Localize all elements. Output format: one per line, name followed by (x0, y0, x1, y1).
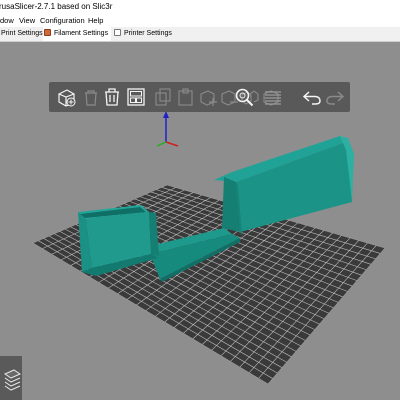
add-instance-icon (200, 90, 217, 106)
paste-button[interactable] (175, 86, 197, 108)
tab-label: Print Settings (1, 30, 43, 37)
title-bar: rusaSlicer-2.7.1 based on Slic3r (0, 0, 400, 14)
add-object-icon (58, 89, 76, 107)
filament-icon (44, 29, 51, 36)
add-instance-button[interactable] (197, 86, 219, 108)
printer-icon (114, 29, 121, 36)
layers-view-button[interactable] (0, 356, 22, 400)
tab-label: Filament Settings (54, 30, 109, 37)
search-icon (235, 88, 254, 107)
arrange-button[interactable] (125, 86, 147, 108)
delete-button[interactable] (80, 86, 102, 108)
redo-icon (326, 91, 345, 105)
menu-configuration[interactable]: Configuration (40, 14, 85, 27)
delete-all-button[interactable] (101, 86, 123, 108)
undo-icon (302, 91, 321, 105)
layer-editing-icon (265, 91, 281, 105)
main-toolbar (49, 82, 350, 112)
copy-button[interactable] (152, 86, 174, 108)
search-button[interactable] (233, 86, 255, 108)
redo-button[interactable] (324, 86, 346, 108)
undo-button[interactable] (301, 86, 323, 108)
tab-label: Printer Settings (124, 30, 172, 37)
layer-editing-button[interactable] (262, 86, 284, 108)
window-title: rusaSlicer-2.7.1 based on Slic3r (0, 2, 113, 11)
add-object-button[interactable] (55, 86, 77, 108)
settings-tab-bar: Print Settings Filament Settings Printer… (0, 27, 400, 42)
paste-icon (178, 88, 193, 106)
delete-all-icon (105, 88, 119, 106)
axis-gizmo (156, 111, 179, 147)
tab-printer-settings[interactable]: Printer Settings (113, 27, 175, 41)
tab-filament-settings[interactable]: Filament Settings (43, 27, 111, 41)
layers-icon (3, 369, 22, 391)
tab-print-settings[interactable]: Print Settings (0, 27, 43, 41)
delete-icon (85, 90, 97, 106)
menu-view[interactable]: View (19, 14, 35, 27)
menu-bar: dow View Configuration Help (0, 14, 400, 27)
menu-window[interactable]: dow (0, 14, 14, 27)
3d-viewport[interactable] (0, 42, 400, 400)
arrange-icon (127, 88, 145, 106)
menu-help[interactable]: Help (88, 14, 103, 27)
copy-icon (155, 88, 171, 106)
